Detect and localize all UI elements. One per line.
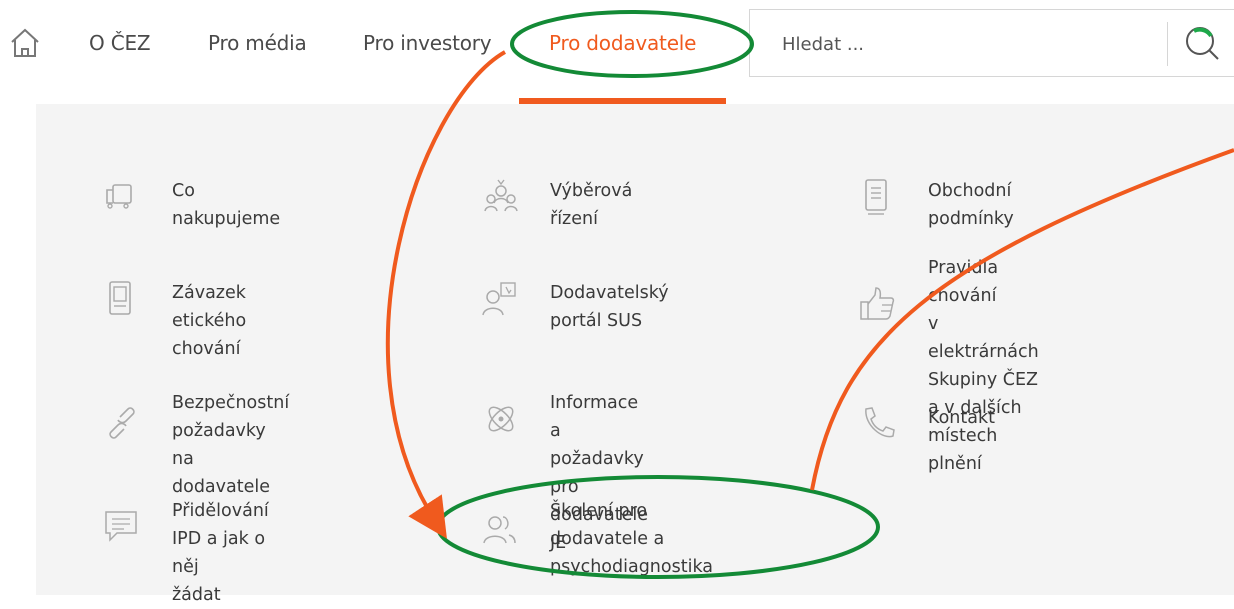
link-icon: [109, 407, 135, 439]
home-icon[interactable]: [8, 26, 42, 60]
truck-icon: [106, 184, 132, 209]
thumbs-up-icon: [860, 287, 895, 320]
menu-item-label: Dodavatelský portál SUS: [550, 283, 669, 331]
phone-icon: [865, 407, 895, 438]
search-divider: [1167, 22, 1168, 66]
search-icon[interactable]: [1178, 19, 1228, 69]
user-portal-icon: [482, 282, 516, 316]
atom-icon: [488, 406, 514, 432]
document-icon: [865, 179, 887, 215]
menu-item-label: Bezpečnostní požadavky na dodavatele: [172, 393, 290, 497]
nav-item-pro-investory[interactable]: Pro investory: [363, 31, 492, 55]
users-icon: [483, 516, 516, 544]
dropdown-menu-panel: Co nakupujeme Výběrová řízení Obchodní p…: [36, 104, 1234, 605]
menu-item-label: Pravidla chování v elektrárnách Skupiny …: [928, 258, 1039, 474]
menu-item-label: Závazek etického chování: [172, 283, 247, 359]
nav-item-o-cez[interactable]: O ČEZ: [89, 31, 151, 55]
menu-item-label: Výběrová řízení: [550, 181, 633, 229]
search-box: [749, 9, 1234, 77]
menu-item-label: Školení pro dodavatele a psychodiagnosti…: [550, 501, 713, 577]
menu-item-label: Co nakupujeme: [172, 181, 281, 229]
menu-item-label: Kontakt: [928, 408, 995, 428]
menu-item-label: Přidělování IPD a jak o něj žádat: [172, 501, 269, 605]
chat-icon: [105, 511, 137, 542]
nav-item-pro-media[interactable]: Pro média: [208, 31, 307, 55]
people-group-icon: [484, 179, 518, 212]
search-input[interactable]: [782, 30, 1112, 58]
nav-item-pro-dodavatele[interactable]: Pro dodavatele: [549, 31, 696, 55]
menu-item-label: Obchodní podmínky: [928, 181, 1014, 229]
clipboard-icon: [109, 281, 131, 315]
top-navigation: O ČEZ Pro média Pro investory Pro dodava…: [0, 0, 1234, 90]
